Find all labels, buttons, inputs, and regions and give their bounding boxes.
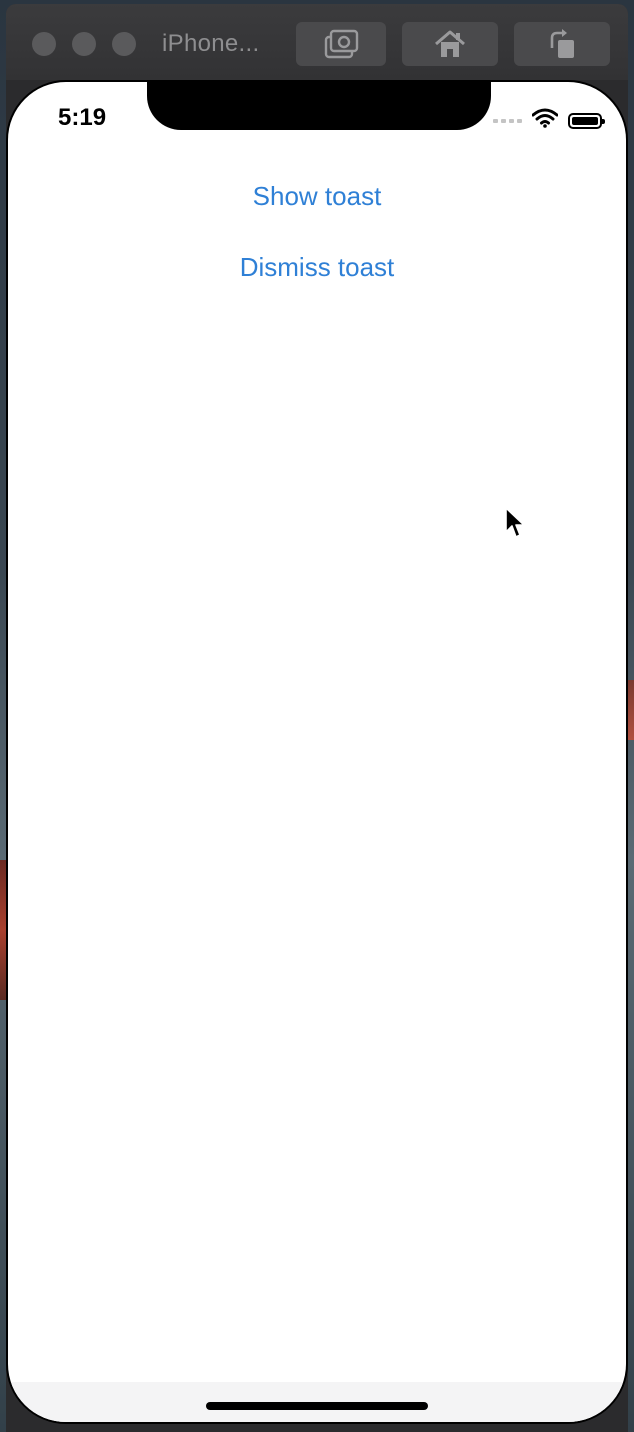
home-icon xyxy=(432,28,468,60)
screenshot-button[interactable] xyxy=(296,22,386,66)
minimize-window-button[interactable] xyxy=(72,32,96,56)
window-title: iPhone... xyxy=(162,30,260,57)
show-toast-button[interactable]: Show toast xyxy=(8,180,626,213)
device-notch xyxy=(147,82,491,130)
rotate-icon xyxy=(544,28,580,60)
home-indicator[interactable] xyxy=(206,1402,428,1410)
status-bar-icons xyxy=(493,108,605,133)
home-button[interactable] xyxy=(402,22,498,66)
zoom-window-button[interactable] xyxy=(112,32,136,56)
mouse-pointer-icon xyxy=(504,506,526,540)
iphone-device-frame: 5:19 Show toast Dismiss toast xyxy=(6,80,628,1424)
dismiss-toast-button[interactable]: Dismiss toast xyxy=(8,251,626,284)
wifi-icon xyxy=(531,108,559,133)
rotate-button[interactable] xyxy=(514,22,610,66)
battery-icon xyxy=(568,112,605,129)
status-bar-time: 5:19 xyxy=(58,104,107,131)
screenshot-camera-icon xyxy=(323,28,359,60)
close-window-button[interactable] xyxy=(32,32,56,56)
cellular-signal-icon xyxy=(493,118,522,123)
iphone-screen: 5:19 Show toast Dismiss toast xyxy=(8,82,626,1422)
simulator-window: iPhone... 5:19 Show toast Dismiss toast xyxy=(6,4,628,1432)
window-titlebar[interactable]: iPhone... xyxy=(6,4,628,80)
